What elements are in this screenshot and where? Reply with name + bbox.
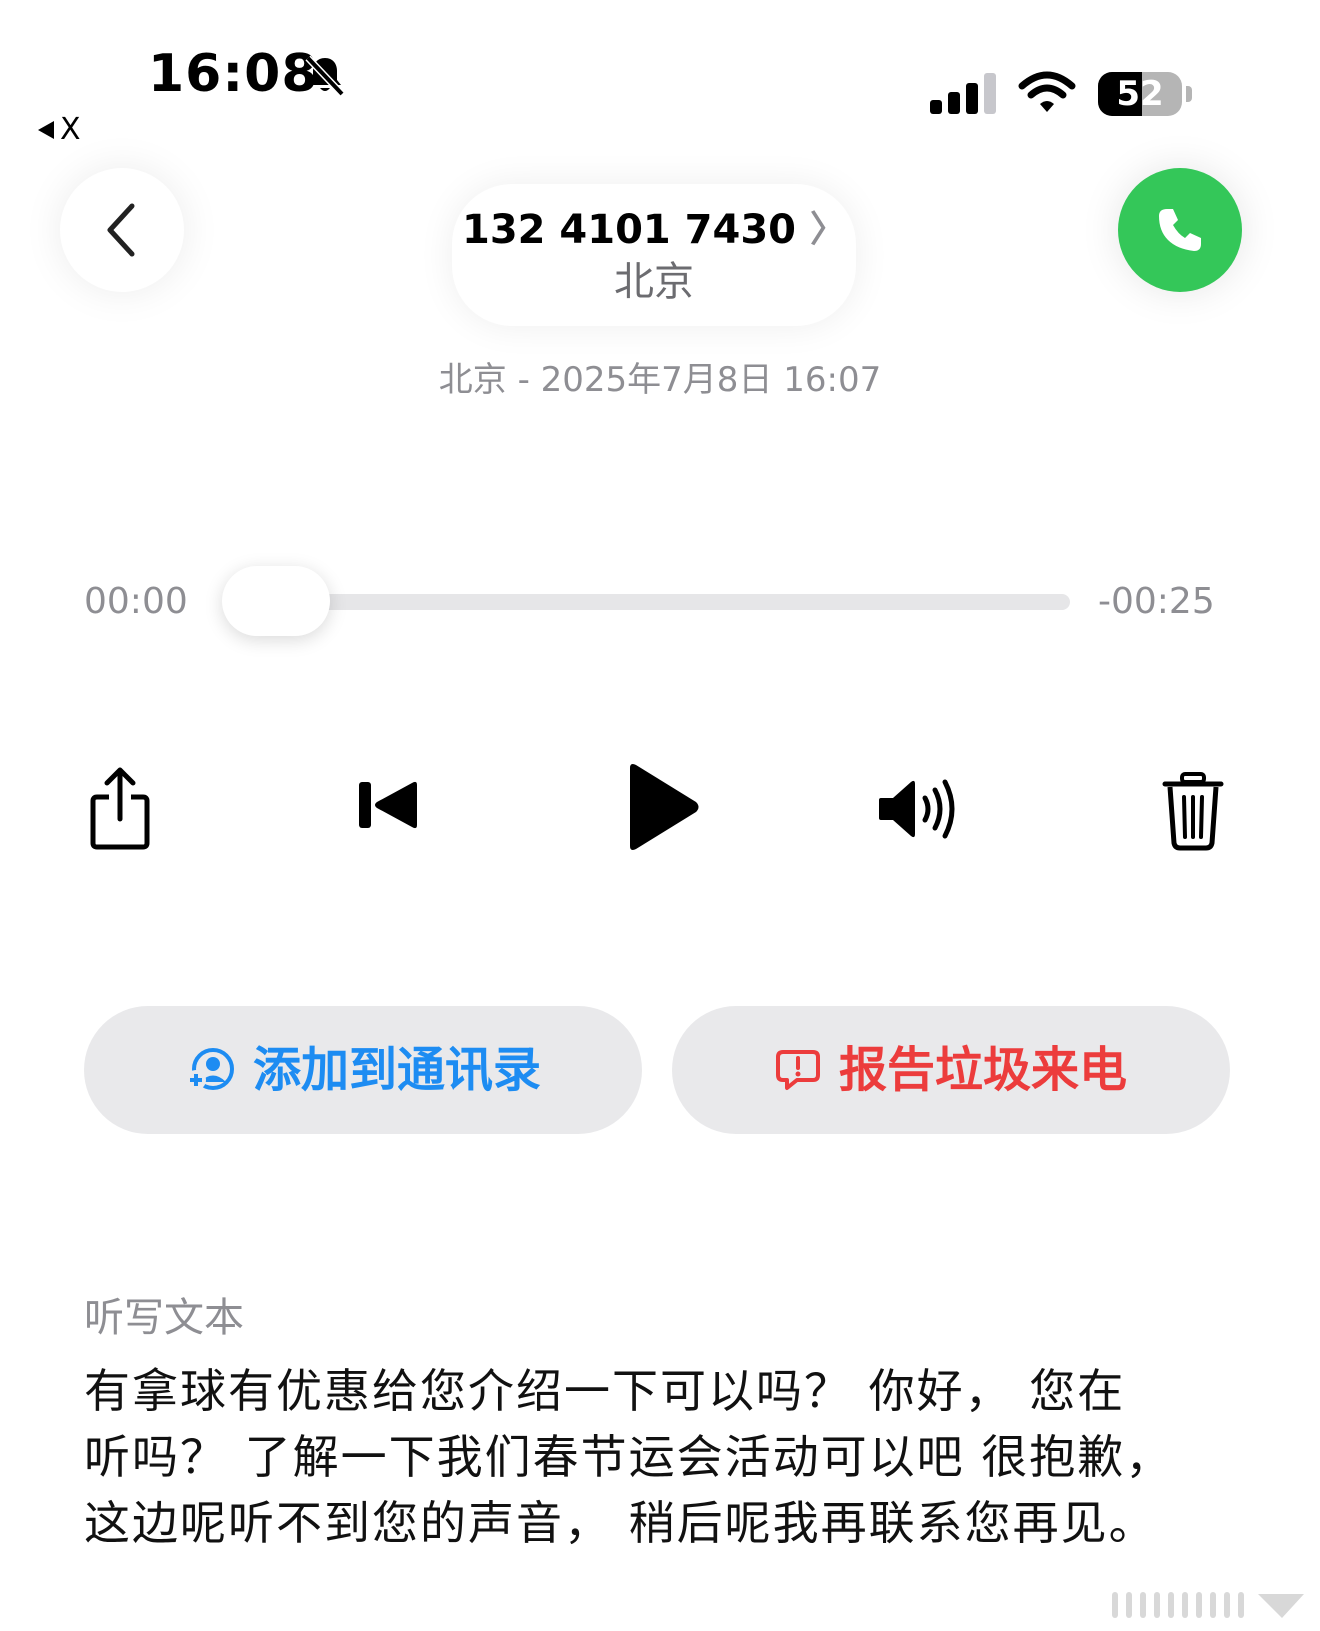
- elapsed-time: 00:00: [84, 581, 188, 622]
- skip-back-button[interactable]: [348, 772, 430, 838]
- call-back-button[interactable]: [1118, 168, 1242, 292]
- back-app-label: X: [60, 112, 81, 147]
- share-button[interactable]: [80, 760, 160, 856]
- transcript-line: 听吗？ 了解一下我们春节运会活动可以吧 很抱歉，: [84, 1430, 1174, 1484]
- transcript-text: 有拿球有优惠给您介绍一下可以吗？ 你好， 您在 听吗？ 了解一下我们春节运会活动…: [84, 1358, 1244, 1556]
- report-spam-button[interactable]: 报告垃圾来电: [672, 1006, 1230, 1134]
- caller-info-pill[interactable]: 132 4101 7430 〉 北京: [452, 184, 856, 326]
- play-button[interactable]: [612, 752, 712, 862]
- battery-nub: [1186, 86, 1192, 102]
- add-to-contacts-label: 添加到通讯录: [252, 1042, 541, 1098]
- playback-track[interactable]: [230, 594, 1070, 610]
- delete-button[interactable]: [1158, 766, 1228, 856]
- battery-icon: 52: [1098, 72, 1194, 118]
- call-date-line: 北京 - 2025年7月8日 16:07: [438, 360, 882, 400]
- remaining-time: -00:25: [1098, 581, 1215, 622]
- transcript-line: 这边呢听不到您的声音， 稍后呢我再联系您再见。: [84, 1496, 1157, 1550]
- bell-slash-icon: [305, 55, 345, 97]
- speaker-button[interactable]: [872, 772, 970, 846]
- chevron-right-icon: 〉: [810, 209, 847, 250]
- playback-scrubber-knob[interactable]: [222, 566, 330, 636]
- share-icon: [90, 767, 150, 850]
- battery-level-text: 52: [1116, 74, 1164, 114]
- transcript-label: 听写文本: [84, 1295, 244, 1341]
- trash-icon: [1162, 772, 1224, 851]
- caller-location: 北京: [614, 259, 694, 305]
- status-time: 16:08: [148, 44, 319, 104]
- transcript-line: 有拿球有优惠给您介绍一下可以吗？ 你好， 您在: [84, 1364, 1126, 1418]
- speaker-icon: [879, 779, 955, 839]
- back-triangle-icon: [38, 121, 54, 139]
- add-contact-icon: [185, 1048, 234, 1090]
- chevron-left-icon: [107, 203, 135, 257]
- wifi-icon: [1018, 71, 1076, 112]
- play-icon: [630, 764, 699, 850]
- back-to-app-link[interactable]: X: [38, 112, 81, 148]
- back-button[interactable]: [60, 168, 184, 292]
- signal-icon: [930, 73, 996, 114]
- report-bubble-icon: [775, 1050, 820, 1090]
- add-to-contacts-button[interactable]: 添加到通讯录: [84, 1006, 642, 1134]
- phone-number: 132 4101 7430: [461, 207, 796, 253]
- skip-back-icon: [359, 781, 417, 829]
- report-spam-label: 报告垃圾来电: [838, 1042, 1127, 1098]
- watermark-mark: [1112, 1592, 1304, 1618]
- phone-icon: [1159, 209, 1201, 251]
